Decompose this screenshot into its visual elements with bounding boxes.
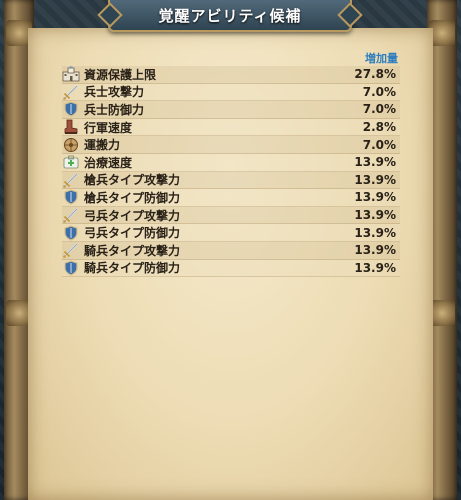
- ability-name: 運搬力: [84, 138, 121, 153]
- ability-value: 13.9%: [354, 172, 396, 187]
- medkit-icon: [62, 154, 80, 170]
- ability-rows: 資源保護上限 27.8% 兵士攻撃力 7.0% 兵士防御力 7.0% 行軍速度 2.8% 運搬力…: [62, 66, 400, 278]
- ability-name: 行軍速度: [84, 120, 133, 135]
- ability-value: 13.9%: [354, 155, 396, 170]
- ability-value: 7.0%: [362, 102, 396, 117]
- ability-value: 2.8%: [362, 120, 396, 135]
- sword-icon: [62, 242, 80, 259]
- ability-row: 槍兵タイプ攻撃力 13.9%: [62, 171, 400, 190]
- ability-value: 7.0%: [362, 137, 396, 152]
- ability-name: 治療速度: [84, 155, 133, 170]
- ability-row: 弓兵タイプ攻撃力 13.9%: [62, 206, 400, 225]
- cart-icon: [62, 137, 80, 153]
- column-header-increase: 増加量: [365, 52, 398, 65]
- ability-name: 弓兵タイプ攻撃力: [84, 208, 181, 223]
- ability-row: 兵士攻撃力 7.0%: [62, 83, 400, 102]
- shield-icon: [62, 189, 80, 206]
- sword-icon: [62, 207, 80, 223]
- ability-row: 騎兵タイプ防御力 13.9%: [62, 259, 400, 278]
- ability-name: 兵士攻撃力: [84, 85, 145, 100]
- ability-row: 兵士防御力 7.0%: [62, 101, 400, 119]
- sword-icon: [62, 84, 80, 100]
- ability-value: 7.0%: [362, 84, 396, 99]
- ability-row: 槍兵タイプ防御力 13.9%: [62, 189, 400, 207]
- shield-icon: [62, 225, 80, 241]
- ability-name: 資源保護上限: [84, 67, 157, 82]
- ability-value: 13.9%: [354, 225, 396, 240]
- ability-value: 27.8%: [354, 67, 396, 82]
- ability-value: 13.9%: [354, 260, 396, 275]
- shield-icon: [62, 101, 80, 118]
- ability-row: 資源保護上限 27.8%: [62, 66, 400, 84]
- ability-row: 弓兵タイプ防御力 13.9%: [62, 224, 400, 242]
- ability-name: 兵士防御力: [84, 102, 145, 117]
- ability-row: 行軍速度 2.8%: [62, 118, 400, 137]
- ability-value: 13.9%: [354, 243, 396, 258]
- ability-table: 増加量 資源保護上限 27.8% 兵士攻撃力 7.0% 兵士防御力 7.0% 行軍速度 2.8…: [62, 50, 400, 278]
- ability-value: 13.9%: [354, 208, 396, 223]
- ability-name: 槍兵タイプ防御力: [84, 190, 181, 205]
- ability-name: 弓兵タイプ防御力: [84, 226, 181, 241]
- ability-row: 治療速度 13.9%: [62, 153, 400, 172]
- ability-name: 槍兵タイプ攻撃力: [84, 173, 181, 188]
- castle-icon: [62, 66, 80, 82]
- ability-name: 騎兵タイプ防御力: [84, 261, 181, 276]
- title-banner: 覚醒アビリティ候補: [108, 0, 352, 32]
- ability-row: 騎兵タイプ攻撃力 13.9%: [62, 241, 400, 260]
- ability-row: 運搬力 7.0%: [62, 136, 400, 154]
- shield-icon: [62, 260, 80, 276]
- sword-icon: [62, 172, 80, 188]
- ability-name: 騎兵タイプ攻撃力: [84, 243, 181, 258]
- boot-icon: [62, 119, 80, 135]
- page-title: 覚醒アビリティ候補: [158, 6, 302, 25]
- ability-value: 13.9%: [354, 190, 396, 205]
